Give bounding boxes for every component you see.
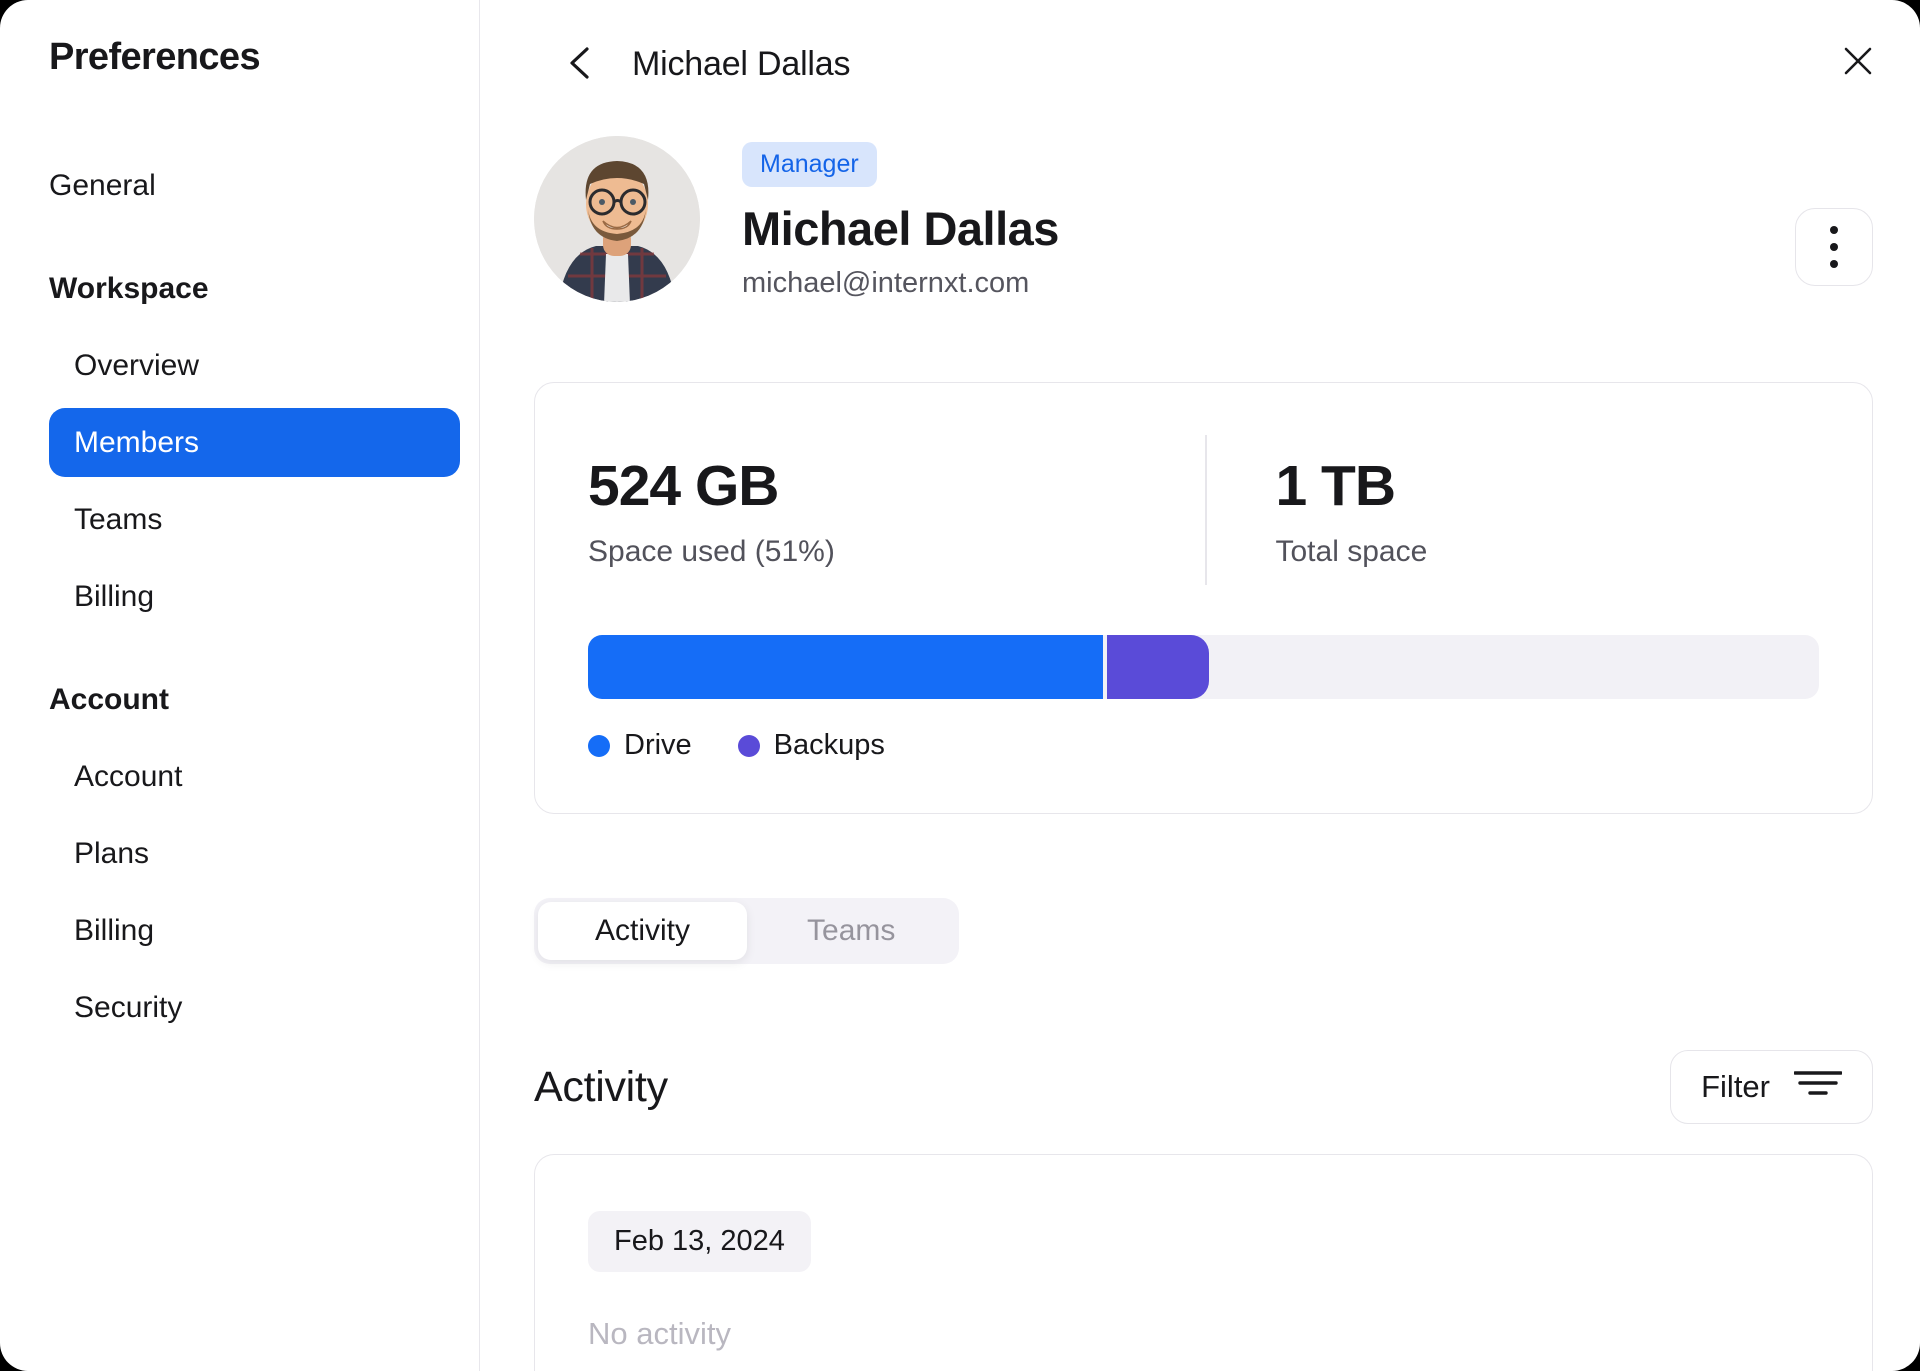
legend-label-drive: Drive [624,729,692,761]
profile-info: Manager Michael Dallas michael@internxt.… [742,136,1059,300]
member-name-title: Michael Dallas [632,44,851,83]
sidebar-item-general[interactable]: General [49,151,459,220]
chevron-left-icon [563,43,597,86]
preferences-window: Preferences General Workspace Overview M… [0,0,1920,1371]
legend-item-backups: Backups [737,729,885,762]
profile-name: Michael Dallas [742,202,1059,255]
profile-email: michael@internxt.com [742,267,1030,299]
progress-segment-backups [1106,635,1209,699]
activity-feed-card: Feb 13, 2024 No activity [534,1154,1873,1371]
sidebar-nav: General Workspace Overview Members Teams… [49,151,460,1042]
total-space-label: Total space [1275,535,1428,568]
legend-label-backups: Backups [773,729,885,761]
panel-header: Michael Dallas [534,0,1873,84]
profile-section: Manager Michael Dallas michael@internxt.… [534,136,1873,302]
storage-legend: Drive Backups [588,729,1819,762]
sidebar-item-teams[interactable]: Teams [49,485,459,554]
space-used-label: Space used (51%) [588,535,835,568]
activity-teams-tabs: Activity Teams [534,898,960,964]
date-badge: Feb 13, 2024 [588,1211,811,1272]
sidebar-item-billing-workspace[interactable]: Billing [49,562,459,631]
sidebar-item-members[interactable]: Members [49,408,460,477]
sidebar-item-plans[interactable]: Plans [49,819,459,888]
filter-button-label: Filter [1701,1069,1770,1104]
storage-usage-card: 524 GB Space used (51%) 1 TB Total space… [534,382,1873,814]
sidebar-item-account[interactable]: Account [49,742,459,811]
member-options-button[interactable] [1795,208,1873,286]
progress-segment-drive [588,635,1103,699]
tab-activity[interactable]: Activity [538,902,748,960]
back-button[interactable] [558,42,602,86]
filter-button[interactable]: Filter [1670,1050,1873,1124]
space-used-value: 524 GB [588,454,779,518]
member-detail-panel: Michael Dallas Manager Michael Dallas mi… [480,0,1920,1371]
role-badge: Manager [742,142,877,187]
space-used-stat: 524 GB Space used (51%) [588,453,1205,569]
storage-progress-bar [588,635,1819,699]
total-space-value: 1 TB [1275,454,1397,518]
activity-header: Activity Filter [534,1050,1873,1124]
tab-teams[interactable]: Teams [747,902,955,960]
legend-item-drive: Drive [588,729,692,762]
drive-dot-icon [588,734,610,757]
backups-dot-icon [737,734,760,757]
sidebar-item-billing-account[interactable]: Billing [49,896,459,965]
sidebar-item-overview[interactable]: Overview [49,331,459,400]
kebab-menu-icon [1830,226,1838,268]
avatar [534,136,700,302]
sidebar: Preferences General Workspace Overview M… [0,0,480,1371]
close-icon [1838,41,1878,84]
total-space-stat: 1 TB Total space [1207,453,1428,569]
sidebar-item-security[interactable]: Security [49,973,459,1042]
storage-stats: 524 GB Space used (51%) 1 TB Total space [588,435,1819,585]
sidebar-section-workspace: Workspace [49,271,209,305]
page-title: Preferences [49,36,261,78]
close-button[interactable] [1834,38,1882,86]
sidebar-section-account: Account [49,682,169,716]
activity-heading: Activity [534,1062,668,1111]
no-activity-text: No activity [588,1316,731,1351]
filter-lines-icon [1793,1068,1843,1106]
